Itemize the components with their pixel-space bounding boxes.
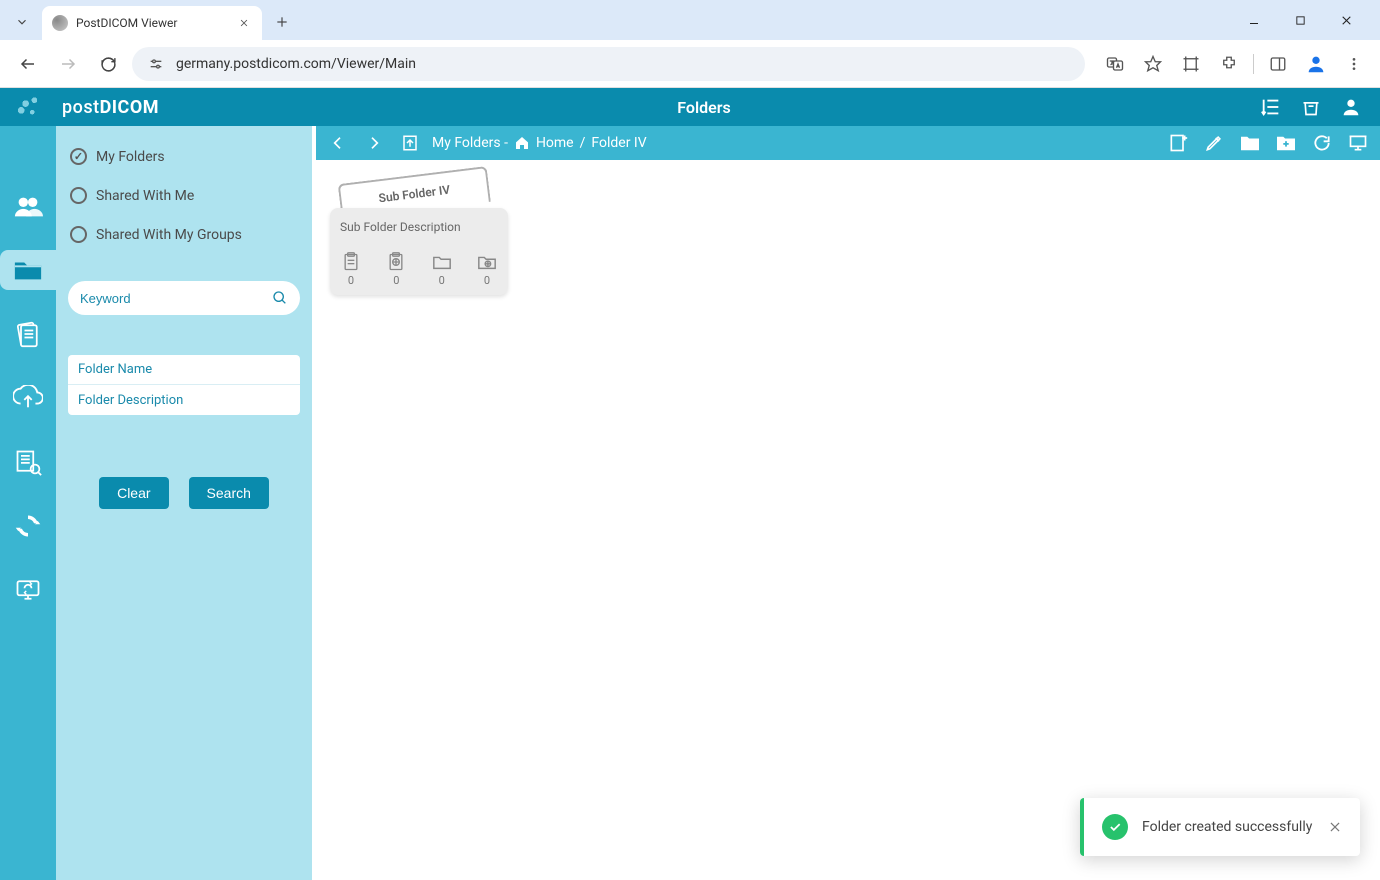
toast-success: Folder created successfully xyxy=(1080,798,1360,856)
breadcrumb-sep: / xyxy=(580,135,586,151)
logo-text: postDICOM xyxy=(62,97,159,118)
radio-checked-icon xyxy=(70,148,87,165)
reload-button[interactable] xyxy=(92,48,124,80)
folder-description: Sub Folder Description xyxy=(340,220,498,234)
radio-my-folders[interactable]: My Folders xyxy=(68,144,300,169)
add-folder-icon[interactable] xyxy=(1164,129,1192,157)
trash-icon[interactable] xyxy=(1298,94,1324,120)
translate-icon[interactable] xyxy=(1101,50,1129,78)
address-bar[interactable]: germany.postdicom.com/Viewer/Main xyxy=(132,47,1085,81)
breadcrumb-prefix: My Folders - xyxy=(432,135,508,151)
toast-close-button[interactable] xyxy=(1328,820,1342,834)
favicon-icon xyxy=(52,15,68,31)
clear-button[interactable]: Clear xyxy=(99,477,168,509)
maximize-button[interactable] xyxy=(1286,6,1314,34)
stat-subfolders: 0 xyxy=(431,252,453,287)
site-settings-icon[interactable] xyxy=(146,55,166,73)
button-row: Clear Search xyxy=(68,477,300,509)
tab-bar: PostDICOM Viewer xyxy=(0,0,1380,40)
radio-label: Shared With My Groups xyxy=(96,227,242,243)
tabs-dropdown[interactable] xyxy=(8,8,36,36)
keyword-search[interactable] xyxy=(68,281,300,315)
rail-sync-icon[interactable] xyxy=(8,506,48,546)
folder-card[interactable]: Sub Folder IV Sub Folder Description 0 0 xyxy=(330,208,508,295)
crop-icon[interactable] xyxy=(1177,50,1205,78)
refresh-icon[interactable] xyxy=(1308,129,1336,157)
close-window-button[interactable] xyxy=(1332,6,1360,34)
back-button[interactable] xyxy=(12,48,44,80)
minimize-button[interactable] xyxy=(1240,6,1268,34)
nav-back-icon[interactable] xyxy=(324,129,352,157)
folder-body: Sub Folder Description 0 0 xyxy=(330,208,508,295)
new-folder-icon[interactable] xyxy=(1272,129,1300,157)
nav-forward-icon[interactable] xyxy=(360,129,388,157)
app-header: postDICOM Folders xyxy=(0,88,1380,126)
main-area: My Folders - Home / Folder IV Sub Folder xyxy=(312,126,1380,880)
rail-patients-icon[interactable] xyxy=(8,314,48,354)
breadcrumb: My Folders - Home / Folder IV xyxy=(432,135,647,151)
bookmark-icon[interactable] xyxy=(1139,50,1167,78)
breadcrumb-home[interactable]: Home xyxy=(536,135,574,151)
filter-block: Folder Name Folder Description xyxy=(68,355,300,415)
window-controls xyxy=(1240,6,1372,34)
new-tab-button[interactable] xyxy=(268,8,296,36)
sidepanel-icon[interactable] xyxy=(1264,50,1292,78)
tab-title: PostDICOM Viewer xyxy=(76,16,228,30)
radio-unchecked-icon xyxy=(70,187,87,204)
app: postDICOM Folders My Folders xyxy=(0,88,1380,880)
header-actions xyxy=(1258,94,1380,120)
search-button[interactable]: Search xyxy=(189,477,269,509)
radio-label: Shared With Me xyxy=(96,188,194,204)
user-icon[interactable] xyxy=(1338,94,1364,120)
present-icon[interactable] xyxy=(1344,129,1372,157)
check-circle-icon xyxy=(1102,814,1128,840)
folder-icon[interactable] xyxy=(1236,129,1264,157)
logo-swirl-icon xyxy=(6,88,54,126)
menu-icon[interactable] xyxy=(1340,50,1368,78)
browser-tab[interactable]: PostDICOM Viewer xyxy=(42,6,262,40)
rail-share-icon[interactable] xyxy=(8,570,48,610)
separator xyxy=(1253,54,1254,74)
radio-shared-with-groups[interactable]: Shared With My Groups xyxy=(68,222,300,247)
filter-folder-desc[interactable]: Folder Description xyxy=(68,385,300,415)
stat-shared: 0 xyxy=(385,252,407,287)
keyword-input[interactable] xyxy=(80,291,272,306)
rail-worklist-icon[interactable] xyxy=(8,442,48,482)
content-area: Sub Folder IV Sub Folder Description 0 0 xyxy=(316,160,1380,880)
toast-message: Folder created successfully xyxy=(1142,819,1314,835)
breadcrumb-current[interactable]: Folder IV xyxy=(591,135,646,151)
rail-upload-icon[interactable] xyxy=(8,378,48,418)
forward-button[interactable] xyxy=(52,48,84,80)
rail-folders-icon[interactable] xyxy=(0,250,56,290)
address-actions xyxy=(1101,50,1368,78)
search-icon[interactable] xyxy=(272,290,288,306)
page-title: Folders xyxy=(310,98,1258,117)
folder-toolbar: My Folders - Home / Folder IV xyxy=(316,126,1380,160)
nav-bar: germany.postdicom.com/Viewer/Main xyxy=(0,40,1380,88)
profile-avatar[interactable] xyxy=(1302,50,1330,78)
sort-icon[interactable] xyxy=(1258,94,1284,120)
home-icon[interactable] xyxy=(514,135,530,151)
logo-area: postDICOM xyxy=(0,88,310,126)
radio-label: My Folders xyxy=(96,149,165,165)
folder-stats: 0 0 0 0 xyxy=(340,252,498,287)
tab-close-button[interactable] xyxy=(236,15,252,31)
filter-folder-name[interactable]: Folder Name xyxy=(68,355,300,385)
url-text: germany.postdicom.com/Viewer/Main xyxy=(176,56,416,72)
radio-shared-with-me[interactable]: Shared With Me xyxy=(68,183,300,208)
radio-unchecked-icon xyxy=(70,226,87,243)
side-rail xyxy=(0,126,56,880)
browser-chrome: PostDICOM Viewer germany.postdicom.com/V… xyxy=(0,0,1380,88)
rail-users-icon[interactable] xyxy=(8,186,48,226)
stat-web: 0 xyxy=(476,252,498,287)
stat-patients: 0 xyxy=(340,252,362,287)
nav-up-icon[interactable] xyxy=(396,129,424,157)
edit-icon[interactable] xyxy=(1200,129,1228,157)
side-panel: My Folders Shared With Me Shared With My… xyxy=(56,126,312,880)
extensions-icon[interactable] xyxy=(1215,50,1243,78)
